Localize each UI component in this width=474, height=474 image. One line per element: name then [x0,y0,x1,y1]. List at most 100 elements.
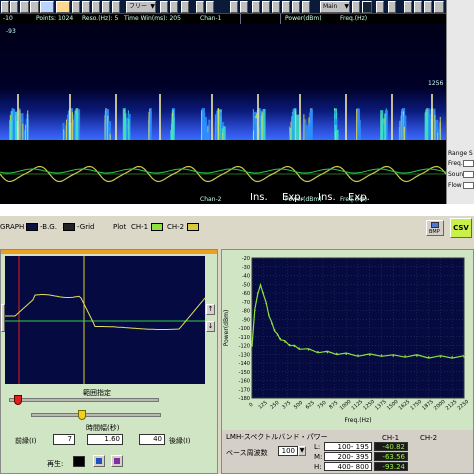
toolbar-button-22[interactable] [282,1,290,13]
bg-color-swatch[interactable] [26,223,38,231]
plot-label: Plot [113,223,127,231]
after-edge-input[interactable]: 40 [139,434,165,445]
range-freq-input[interactable] [463,160,474,167]
save-bmp-button[interactable]: BMP [426,220,444,236]
play-button[interactable] [93,455,105,467]
range-end-slider-thumb[interactable] [78,410,86,420]
ch1-color-swatch[interactable] [151,223,163,231]
time-width-input[interactable]: 1.60 [87,434,123,445]
range-end-slider[interactable] [31,413,161,417]
toolbar-button-23[interactable] [292,1,300,13]
ch1-spectrum-point [404,355,406,357]
toolbar-button-19[interactable] [252,1,260,13]
range-sound-input[interactable] [463,171,474,178]
spectrogram-burst [9,120,13,140]
analysis-panel: GRAPH -B.G. -Grid Plot CH-1 CH-2 BMP CSV [0,216,474,474]
toolbar-button-18[interactable] [240,1,248,13]
points-label: Points: 1024 [36,15,74,22]
ch1-label: CH-1 [131,223,149,231]
lmh-row-h-ch1: -93.24 [374,462,408,471]
range-label: 範囲指定 [83,389,111,397]
y-tick-label: -70 [242,300,250,306]
y-tick-label: -170 [239,387,250,393]
image-icon [431,222,439,228]
toolbar-button-30[interactable] [414,1,422,13]
toolbar-button-10[interactable] [102,1,110,13]
toolbar-button-2[interactable] [10,1,18,13]
range-start-slider[interactable] [9,398,159,402]
toolbar-button-25[interactable] [352,1,360,13]
spectrogram-burst [22,123,24,140]
x-tick-label: 750 [316,400,327,411]
toolbar-button-11[interactable] [112,1,120,13]
before-edge-label: 前縁(I) [15,437,37,445]
ch1-spectrum-point [392,355,395,357]
grid-color-swatch[interactable] [63,223,75,231]
toolbar-button-27[interactable] [376,1,384,13]
spectrogram-peak [299,94,301,140]
lmh-row-h-name: H: [314,463,322,471]
x-tick-label: 2000 [433,399,447,412]
left-handle[interactable] [1,304,5,332]
toolbar-button-3[interactable] [20,1,29,13]
mode-dropdown[interactable]: フリー ▼ [126,1,156,13]
phase-label-ins-2: Ins. [318,192,336,203]
ch2-label: CH-2 [167,223,185,231]
range-start-slider-thumb[interactable] [14,395,22,405]
y-tick-label: -40 [242,274,250,280]
toolbar-button-17[interactable] [230,1,238,13]
ch1-spectrum-point [262,292,265,294]
toolbar-button-8[interactable] [82,1,90,13]
base-frequency-select[interactable]: 100 [278,446,298,456]
x-tick-label: 2125 [445,399,459,412]
toolbar-button-15[interactable] [196,1,204,13]
stop-button[interactable] [111,455,123,467]
time-window-label: Time Win(ms): 205 [124,15,181,22]
toolbar-button-29[interactable] [404,1,412,13]
x-tick-label: 1875 [421,399,435,412]
ch1-spectrum-point [273,328,276,331]
scroll-down-button[interactable]: ↓ [206,321,215,332]
base-frequency-dropdown[interactable]: ▼ [298,446,306,456]
toolbar-button-9[interactable] [92,1,100,13]
range-flow-input[interactable] [463,182,474,189]
spectrogram-burst [303,114,305,140]
before-edge-input[interactable]: 7 [53,434,75,445]
ch1-spectrum-point [288,343,291,346]
spectrogram-burst [65,119,67,140]
ch1-spectrum-point [265,302,267,305]
toolbar-button-1[interactable] [1,1,9,13]
toolbar-button-13[interactable] [170,1,178,13]
toolbar-button-7[interactable] [72,1,80,13]
x-axis-label: Freq.(Hz) [344,417,371,424]
toolbar-button-21[interactable] [272,1,280,13]
ch1-spectrum-point [307,349,310,351]
view-dropdown[interactable]: Main ▼ [320,1,350,13]
x-tick-label: 1000 [339,399,353,412]
y-tick-label: -80 [242,309,250,315]
toolbar-button-24[interactable] [302,1,310,13]
toolbar-button-6[interactable] [56,1,70,13]
ch1-spectrum-point [357,354,359,356]
x-tick-label: 1125 [351,399,365,412]
x-tick-label: 625 [305,400,316,411]
waveform-background [5,256,205,384]
x-tick-label: 1375 [374,399,388,412]
spectrogram-peak [211,94,213,140]
toolbar-button-5[interactable] [40,1,54,13]
play-speed-box[interactable] [73,456,85,467]
toolbar-button-31[interactable] [424,1,432,13]
toolbar-button-20[interactable] [262,1,270,13]
toolbar-button-32[interactable] [434,1,444,13]
toolbar-button-16[interactable] [206,1,214,13]
toolbar-button-26[interactable] [362,1,372,13]
export-csv-button[interactable]: CSV [450,218,472,238]
scroll-up-button[interactable]: ↑ [206,304,215,315]
toolbar-button-28[interactable] [388,1,396,13]
toolbar-button-4[interactable] [30,1,39,13]
x-tick-label: 125 [258,400,269,411]
toolbar-button-14[interactable] [181,1,189,13]
toolbar-button-12[interactable] [160,1,168,13]
ch2-color-swatch[interactable] [187,223,199,231]
ch1-spectrum-point [427,356,430,358]
